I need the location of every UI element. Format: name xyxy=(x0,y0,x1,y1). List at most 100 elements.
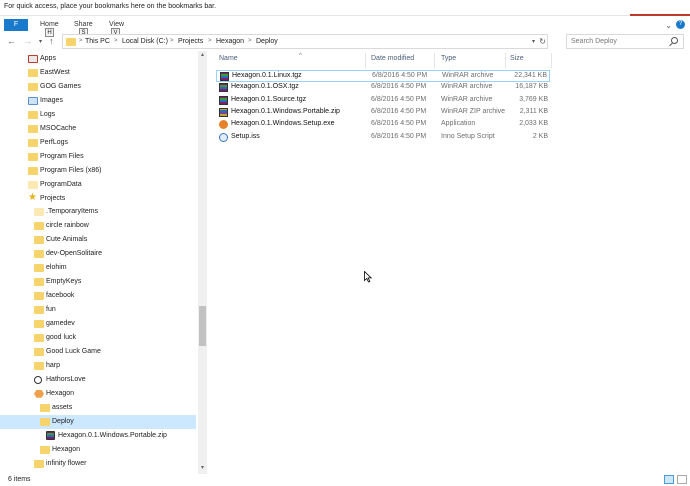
sidebar-item[interactable]: Hexagon xyxy=(0,443,196,457)
sidebar-item[interactable]: Program Files xyxy=(0,150,196,164)
sidebar-item[interactable]: EastWest xyxy=(0,66,196,80)
column-divider[interactable] xyxy=(434,53,435,68)
column-header-date[interactable]: Date modified xyxy=(371,55,414,68)
sidebar-item[interactable]: fun xyxy=(0,303,196,317)
breadcrumb-this-pc[interactable]: This PC xyxy=(85,38,110,45)
sidebar-item[interactable]: good luck xyxy=(0,331,196,345)
breadcrumb-separator: > xyxy=(170,38,174,44)
sidebar-item[interactable]: harp xyxy=(0,359,196,373)
sidebar-item[interactable]: Apps xyxy=(0,52,196,66)
column-header-type[interactable]: Type xyxy=(441,55,456,68)
breadcrumb-deploy[interactable]: Deploy xyxy=(256,38,278,45)
file-tab[interactable]: F xyxy=(4,19,28,31)
sidebar-item-label: Apps xyxy=(40,55,56,62)
large-icons-view-icon[interactable] xyxy=(677,475,687,484)
scroll-down-icon[interactable]: ▾ xyxy=(198,464,207,471)
sidebar-item-label: Program Files (x86) xyxy=(40,166,102,174)
sidebar-item[interactable]: circle rainbow xyxy=(0,219,196,233)
sidebar-item-label: Cute Animals xyxy=(46,236,88,244)
sidebar-item[interactable]: gamedev xyxy=(0,317,196,331)
breadcrumb-local-disk[interactable]: Local Disk (C:) xyxy=(122,38,168,45)
address-dropdown-icon[interactable]: ▾ xyxy=(532,38,535,45)
details-view-icon[interactable] xyxy=(664,475,674,484)
folder-icon xyxy=(28,152,38,161)
folder-icon xyxy=(34,334,44,342)
sidebar-item[interactable]: Program Files (x86) xyxy=(0,164,196,178)
table-row[interactable]: Hexagon.0.1.Windows.Portable.zip 6/8/2016… xyxy=(216,107,550,119)
search-box[interactable]: Search Deploy xyxy=(566,34,684,49)
item-count: 6 items xyxy=(8,476,31,483)
file-name: Hexagon.0.1.Windows.Portable.zip xyxy=(231,107,340,115)
sidebar-item[interactable]: PerfLogs xyxy=(0,136,196,150)
table-row[interactable]: Setup.iss 6/8/2016 4:50 PM Inno Setup Scri… xyxy=(216,132,550,144)
sidebar-item[interactable]: .TemporaryItems xyxy=(0,205,196,219)
column-divider[interactable] xyxy=(551,53,552,68)
breadcrumb-projects[interactable]: Projects xyxy=(178,38,203,45)
column-divider[interactable] xyxy=(365,53,366,68)
table-row[interactable]: Hexagon.0.1.Windows.Setup.exe 6/8/2016 4:… xyxy=(216,119,550,131)
bookmarks-bar: For quick access, place your bookmarks h… xyxy=(0,0,690,16)
table-row[interactable]: Hexagon.0.1.Linux.tgz 6/8/2016 4:50 PM Win… xyxy=(216,70,550,82)
sidebar-item-label: infinity flower xyxy=(46,459,87,467)
search-input[interactable]: Search Deploy xyxy=(571,38,617,45)
nav-pane-scrollbar[interactable]: ▴ ▾ xyxy=(198,51,207,474)
address-bar[interactable]: > This PC > Local Disk (C:) > Projects >… xyxy=(62,34,548,49)
sidebar-item[interactable]: ★ Projects xyxy=(0,192,196,206)
sidebar-item[interactable]: Logs xyxy=(0,108,196,122)
scroll-up-icon[interactable]: ▴ xyxy=(198,51,207,58)
sidebar-item[interactable]: facebook xyxy=(0,289,196,303)
sidebar-item-label: Logs xyxy=(40,110,56,118)
sidebar-item[interactable]: infinity flower xyxy=(0,457,196,471)
column-header-size[interactable]: Size xyxy=(510,55,524,68)
forward-arrow-icon[interactable]: → xyxy=(23,36,32,46)
column-divider[interactable] xyxy=(505,53,506,68)
sidebar-item[interactable]: EmptyKeys xyxy=(0,275,196,289)
sidebar-item[interactable]: assets xyxy=(0,401,196,415)
up-arrow-icon[interactable]: ↑ xyxy=(49,36,54,46)
refresh-icon[interactable]: ↻ xyxy=(539,37,546,46)
folder-icon xyxy=(28,124,38,133)
folder-icon xyxy=(28,166,38,175)
sidebar-item-label: MSOCache xyxy=(40,124,77,132)
sidebar-item[interactable]: Cute Animals xyxy=(0,233,196,247)
sidebar-item[interactable]: Hexagon xyxy=(0,387,196,401)
back-arrow-icon[interactable]: ← xyxy=(7,36,16,46)
folder-icon xyxy=(34,306,44,315)
sidebar-item-label: assets xyxy=(52,403,73,411)
sidebar-item[interactable]: MSOCache xyxy=(0,122,196,136)
sidebar-item[interactable]: dev-OpenSolitaire xyxy=(0,247,196,261)
sidebar-item[interactable]: Hexagon.0.1.Windows.Portable.zip xyxy=(0,429,196,443)
sidebar-item-label: .TemporaryItems xyxy=(46,208,99,216)
tab-share[interactable]: Share xyxy=(74,21,93,28)
star-folder-icon: ★ xyxy=(28,191,37,203)
file-size: 2,033 KB xyxy=(519,120,548,128)
sidebar-item[interactable]: GOG Games xyxy=(0,80,196,94)
sidebar-item[interactable]: elohim xyxy=(0,261,196,275)
sidebar-item[interactable]: ProgramData xyxy=(0,178,196,192)
help-icon[interactable]: ? xyxy=(676,20,685,29)
column-header-name[interactable]: Name ^ xyxy=(219,53,302,68)
expand-ribbon-icon[interactable]: ⌄ xyxy=(665,21,672,30)
column-header-name-label: Name xyxy=(219,55,238,62)
sidebar-item-label: facebook xyxy=(46,292,75,300)
sidebar-item[interactable]: Good Luck Game xyxy=(0,345,196,359)
sidebar-item-label: Good Luck Game xyxy=(46,347,101,355)
recent-locations-icon[interactable]: ▾ xyxy=(39,38,42,45)
sidebar-item[interactable]: HathorsLove xyxy=(0,373,196,387)
sidebar-item[interactable]: Deploy xyxy=(0,414,196,429)
tab-view[interactable]: View xyxy=(109,21,124,28)
table-row[interactable]: Hexagon.0.1.Source.tgz 6/8/2016 4:50 PM Wi… xyxy=(216,95,550,107)
table-row[interactable]: Hexagon.0.1.OSX.tgz 6/8/2016 4:50 PM WinRA… xyxy=(216,82,550,94)
images-icon xyxy=(28,96,38,105)
folder-icon xyxy=(40,445,50,454)
file-size: 2 KB xyxy=(532,132,548,140)
sidebar-item-label: good luck xyxy=(46,334,76,341)
sidebar-item-label: Hexagon xyxy=(46,389,75,397)
sidebar-item[interactable]: Images xyxy=(0,94,196,108)
scrollbar-thumb[interactable] xyxy=(199,306,206,346)
sidebar-item-label: Program Files xyxy=(40,152,84,160)
file-list: Name ^ Date modified Type Size Hexagon.0… xyxy=(208,51,690,474)
tab-home[interactable]: Home xyxy=(40,21,59,28)
file-name: Setup.iss xyxy=(231,132,260,140)
breadcrumb-hexagon[interactable]: Hexagon xyxy=(216,38,244,45)
